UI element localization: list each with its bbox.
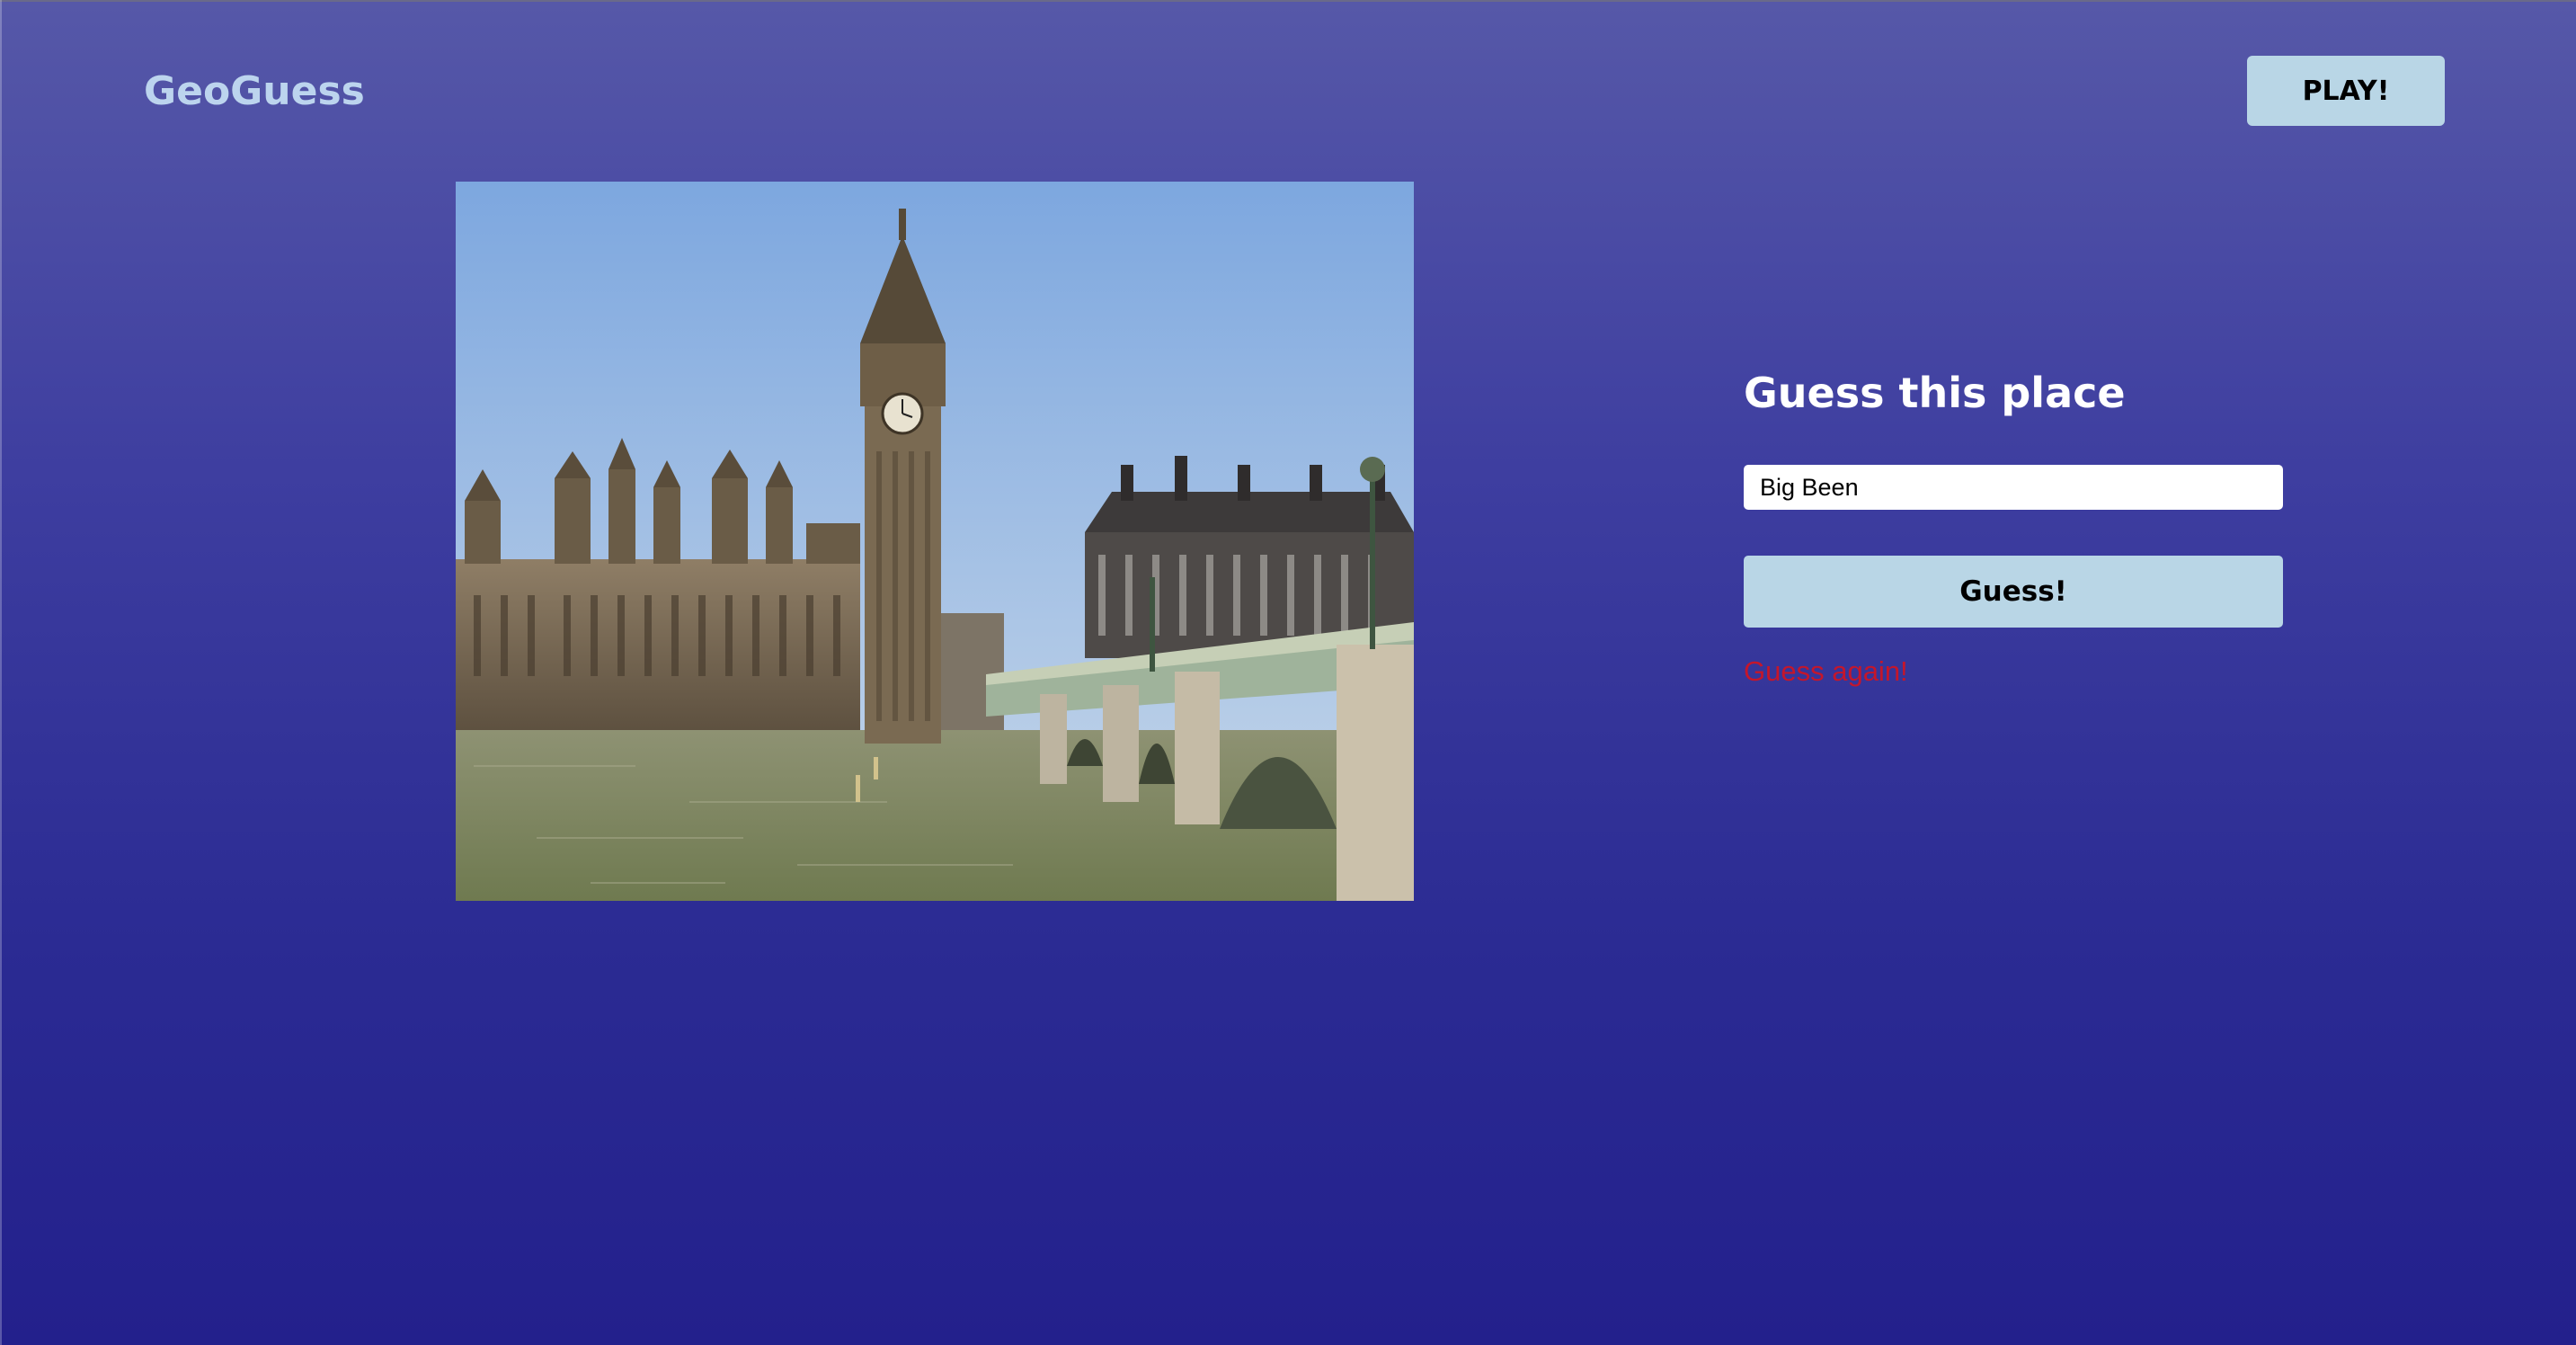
guess-title: Guess this place xyxy=(1744,369,2126,417)
top-border xyxy=(0,0,2576,2)
feedback-message: Guess again! xyxy=(1744,655,1908,687)
guess-button[interactable]: Guess! xyxy=(1744,556,2283,628)
left-border xyxy=(0,0,2,1345)
app-logo[interactable]: GeoGuess xyxy=(144,68,365,114)
landmark-photo xyxy=(456,182,1414,901)
guess-input[interactable] xyxy=(1744,465,2283,510)
play-button[interactable]: PLAY! xyxy=(2247,56,2445,126)
